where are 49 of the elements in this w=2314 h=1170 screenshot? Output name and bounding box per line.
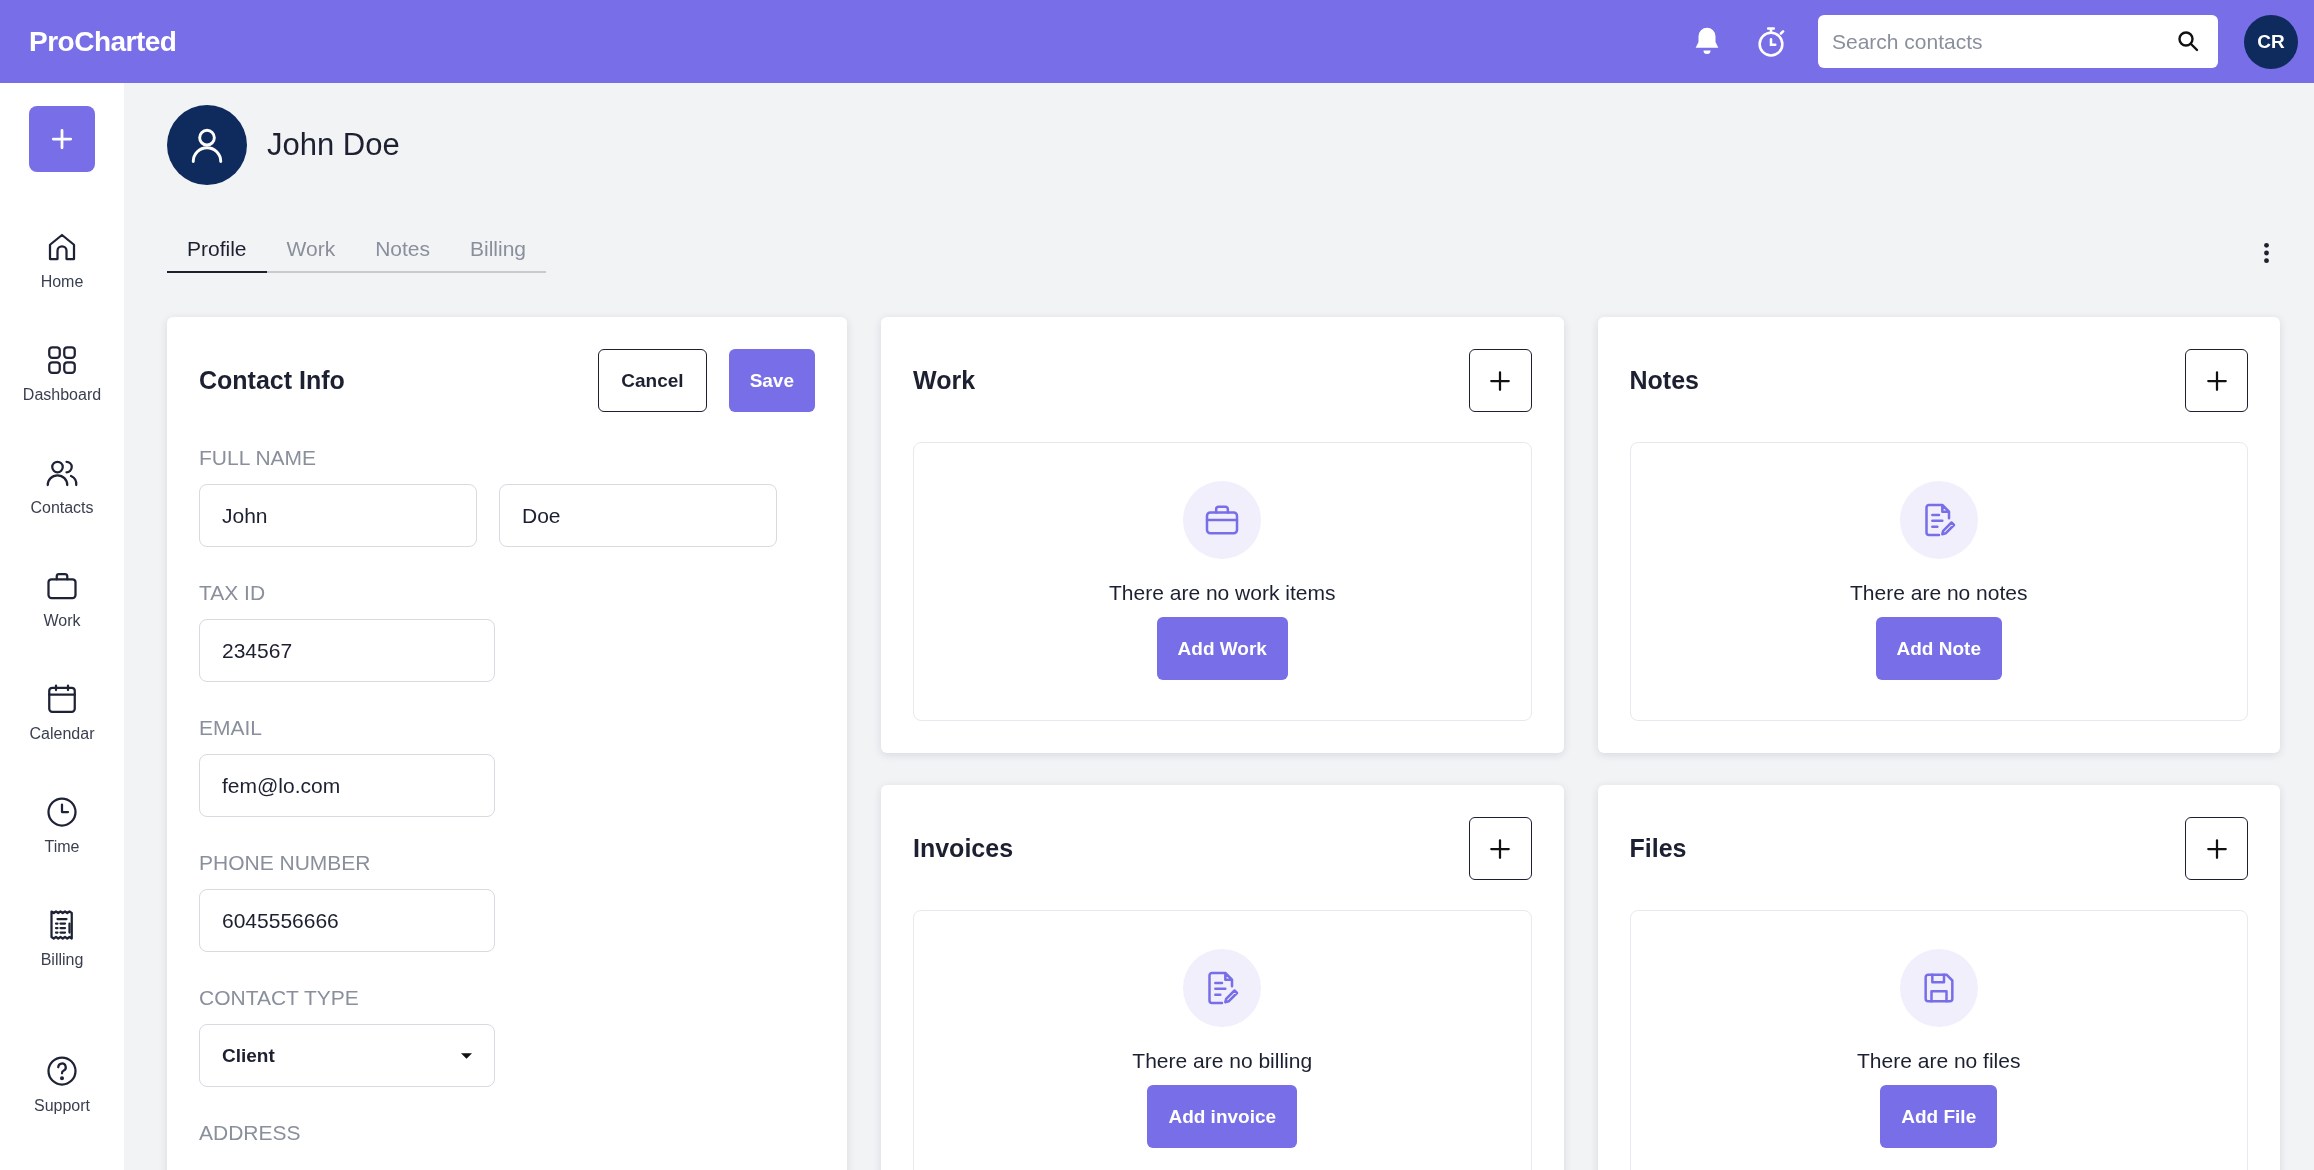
add-item-button[interactable]: Add File [1880, 1085, 1998, 1148]
card-title: Files [1629, 834, 1687, 863]
add-item-button[interactable]: Add Note [1875, 617, 2002, 680]
nav-item[interactable]: Calendar [29, 681, 95, 743]
nav-item[interactable]: Time [44, 794, 80, 856]
help-icon [44, 1053, 80, 1089]
card-title: Contact Info [199, 366, 345, 395]
clock-icon [44, 794, 80, 830]
field-label: EMAIL [199, 716, 264, 740]
tab[interactable]: Profile [167, 233, 267, 273]
add-item-button[interactable]: Add invoice [1147, 1085, 1298, 1148]
save-button[interactable]: Save [728, 349, 815, 412]
empty-message: There are no work items [1109, 581, 1336, 605]
nav-item[interactable]: Support [33, 1053, 90, 1115]
field-label: TAX ID [199, 581, 267, 605]
field-label: CONTACT TYPE [199, 986, 360, 1010]
input-field[interactable]: Doe [499, 484, 777, 547]
user-avatar[interactable]: CR [2244, 14, 2298, 69]
card-title: Invoices [913, 834, 1014, 863]
empty-message: There are no files [1857, 1049, 2021, 1073]
add-button[interactable] [2185, 349, 2248, 412]
nav-item[interactable]: Contacts [30, 455, 94, 517]
field-label: ADDRESS [199, 1121, 302, 1145]
cancel-button[interactable]: Cancel [598, 349, 707, 412]
add-item-button[interactable]: Add Work [1156, 617, 1288, 680]
caret-icon [461, 1052, 472, 1059]
empty-message: There are no notes [1850, 581, 2028, 605]
field-label: FULL NAME [199, 446, 318, 470]
select-field[interactable]: Client [199, 1024, 495, 1087]
search-field[interactable]: Search contacts [1818, 15, 2218, 68]
input-field[interactable]: fem@lo.com [199, 754, 495, 817]
card-title: Notes [1629, 366, 1699, 395]
input-field[interactable]: 6045556666 [199, 889, 495, 952]
input-field[interactable]: John [199, 484, 477, 547]
card-title: Work [913, 366, 976, 395]
contact-name: John Doe [267, 127, 400, 163]
add-button[interactable] [1468, 349, 1532, 412]
input-field[interactable]: 234567 [199, 619, 495, 682]
add-button[interactable] [2185, 817, 2248, 880]
app-logo[interactable]: ProCharted [29, 25, 177, 58]
field-label: PHONE NUMBER [199, 851, 372, 875]
search-icon[interactable] [2176, 29, 2200, 53]
nav-item[interactable]: Billing [40, 907, 84, 969]
nav-item[interactable]: Dashboard [22, 342, 102, 404]
nav-item[interactable]: Home [40, 229, 84, 291]
empty-message: There are no billing [1132, 1049, 1313, 1073]
more-options-icon[interactable] [2263, 242, 2270, 264]
nav-item[interactable]: Work [43, 568, 81, 630]
add-button[interactable] [1468, 817, 1532, 880]
